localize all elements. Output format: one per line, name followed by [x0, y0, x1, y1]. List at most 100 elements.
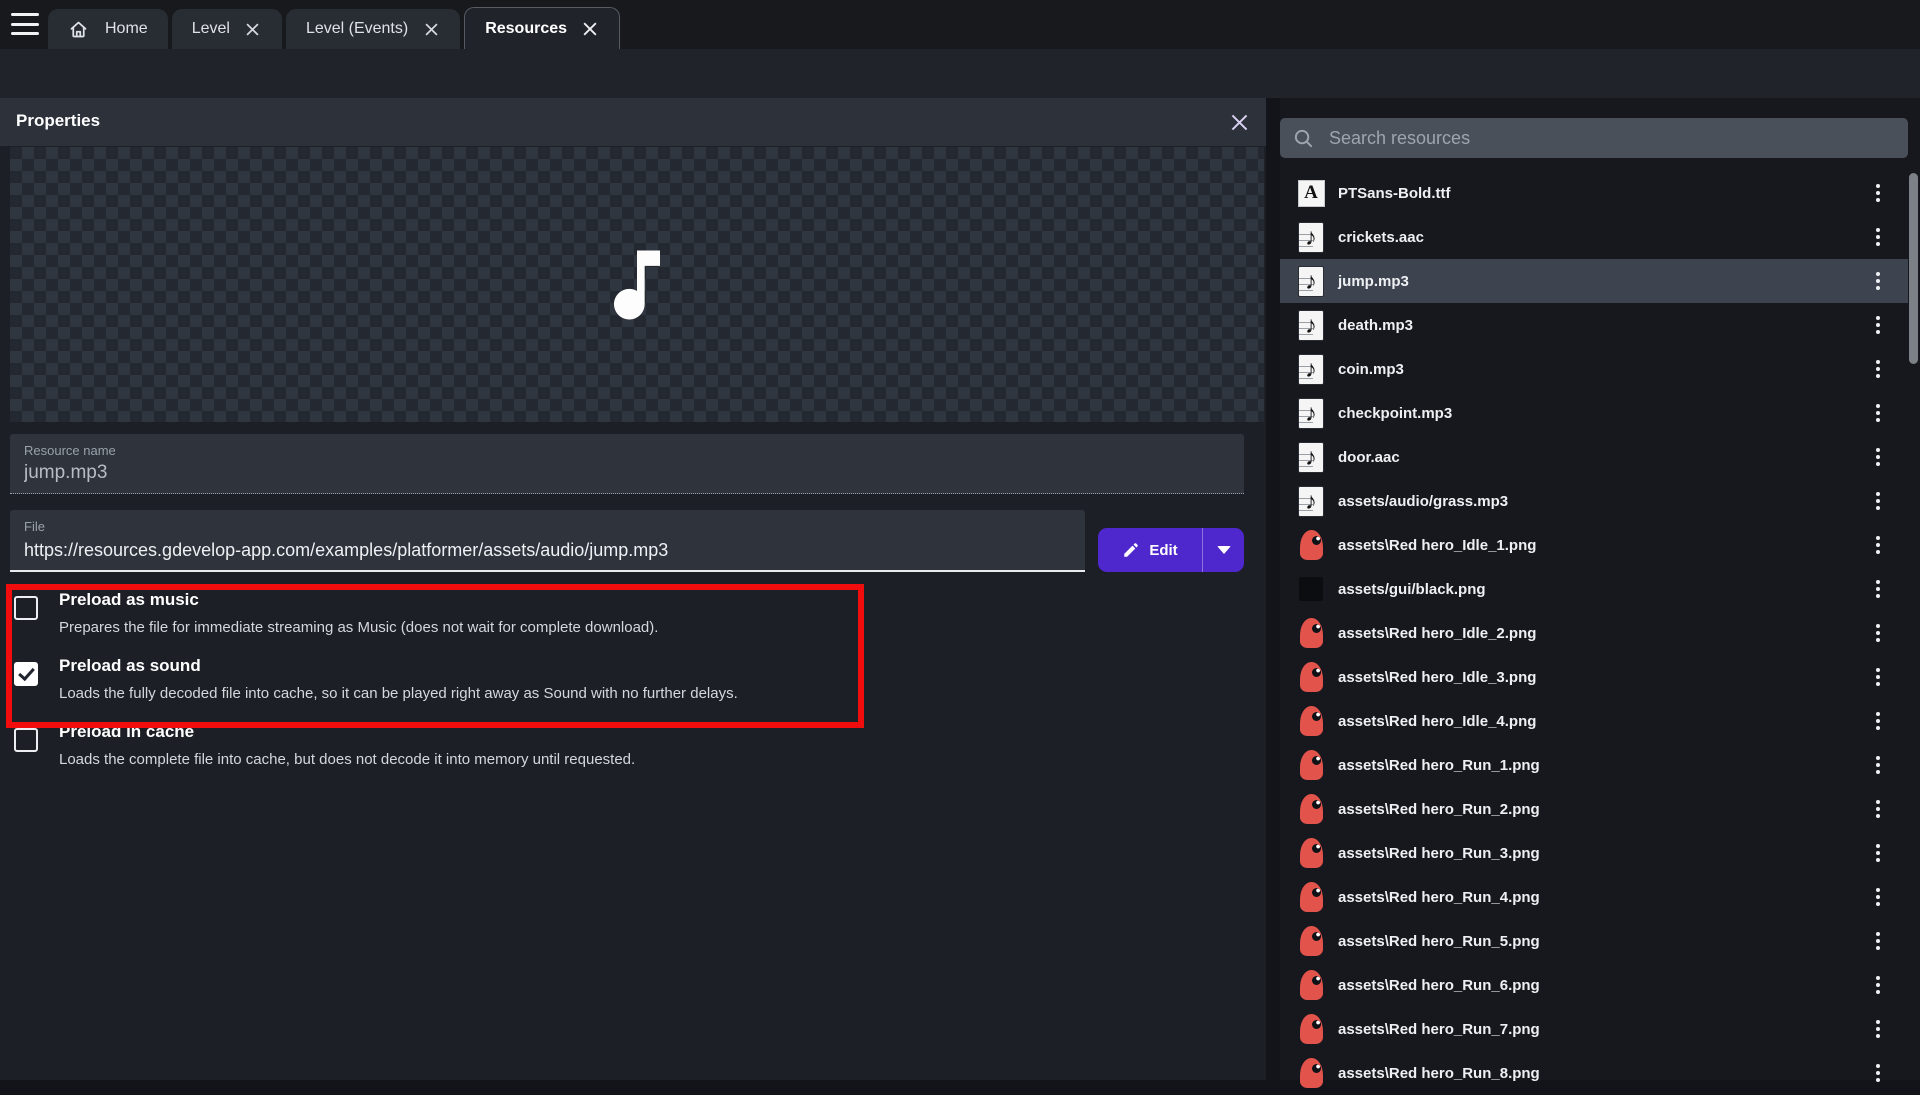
- resource-row[interactable]: assets\Red hero_Idle_3.png: [1280, 655, 1908, 699]
- music-note-icon: [591, 239, 683, 331]
- tab-label: Level (Events): [306, 20, 408, 38]
- resource-menu-button[interactable]: [1866, 259, 1890, 303]
- resource-menu-button[interactable]: [1866, 435, 1890, 479]
- resource-menu-button[interactable]: [1866, 743, 1890, 787]
- close-tab-icon[interactable]: [244, 20, 262, 38]
- resource-menu-button[interactable]: [1866, 655, 1890, 699]
- resource-menu-button[interactable]: [1866, 875, 1890, 919]
- resource-menu-button[interactable]: [1866, 303, 1890, 347]
- resource-row[interactable]: jump.mp3: [1280, 259, 1908, 303]
- field-label: Resource name: [24, 443, 116, 458]
- resources-panel: A PTSans-Bold.ttf crickets.aac jump.mp3 …: [1280, 98, 1920, 1080]
- tab-resources[interactable]: Resources: [464, 7, 620, 49]
- image-file-icon: [1300, 750, 1323, 780]
- tab-level[interactable]: Level: [172, 9, 282, 49]
- resource-menu-button[interactable]: [1866, 567, 1890, 611]
- audio-file-icon: [1298, 222, 1324, 253]
- resource-menu-button[interactable]: [1866, 215, 1890, 259]
- resource-row[interactable]: checkpoint.mp3: [1280, 391, 1908, 435]
- edit-options-button[interactable]: [1203, 528, 1244, 572]
- checkbox-label: Preload in cache: [59, 720, 635, 744]
- resource-row[interactable]: coin.mp3: [1280, 347, 1908, 391]
- checkbox-description: Loads the complete file into cache, but …: [59, 749, 635, 770]
- resource-menu-button[interactable]: [1866, 699, 1890, 743]
- resource-row[interactable]: assets\Red hero_Run_7.png: [1280, 1007, 1908, 1051]
- preload-as-music-checkbox[interactable]: [14, 596, 38, 620]
- image-file-icon: [1300, 970, 1323, 1000]
- resource-row[interactable]: assets\Red hero_Run_4.png: [1280, 875, 1908, 919]
- pencil-icon: [1122, 541, 1140, 559]
- resource-menu-button[interactable]: [1866, 347, 1890, 391]
- resource-name: assets\Red hero_Run_4.png: [1338, 889, 1540, 906]
- resource-menu-button[interactable]: [1866, 1051, 1890, 1095]
- resource-row[interactable]: assets/audio/grass.mp3: [1280, 479, 1908, 523]
- preload-as-music-row: Preload as music Prepares the file for i…: [14, 588, 1244, 638]
- search-bar[interactable]: [1280, 118, 1908, 158]
- main-menu-button[interactable]: [11, 13, 39, 35]
- resource-menu-button[interactable]: [1866, 611, 1890, 655]
- properties-header: Properties: [0, 98, 1266, 146]
- home-icon: [68, 19, 89, 40]
- edit-button[interactable]: Edit: [1098, 528, 1244, 572]
- resource-menu-button[interactable]: [1866, 479, 1890, 523]
- resource-menu-button[interactable]: [1866, 171, 1890, 215]
- audio-file-icon: [1298, 310, 1324, 341]
- resource-name: assets\Red hero_Run_6.png: [1338, 977, 1540, 994]
- resource-row[interactable]: death.mp3: [1280, 303, 1908, 347]
- resource-menu-button[interactable]: [1866, 391, 1890, 435]
- resource-name-field[interactable]: Resource name jump.mp3: [10, 434, 1244, 494]
- image-file-icon: [1300, 618, 1323, 648]
- resource-menu-button[interactable]: [1866, 523, 1890, 567]
- checkbox-description: Loads the fully decoded file into cache,…: [59, 683, 738, 704]
- resource-name: checkpoint.mp3: [1338, 405, 1452, 422]
- checkbox-description: Prepares the file for immediate streamin…: [59, 617, 658, 638]
- resource-name: assets/gui/black.png: [1338, 581, 1486, 598]
- preload-as-sound-checkbox[interactable]: [14, 662, 38, 686]
- tab-label: Home: [105, 20, 148, 38]
- resource-name: death.mp3: [1338, 317, 1413, 334]
- resource-row[interactable]: door.aac: [1280, 435, 1908, 479]
- resource-menu-button[interactable]: [1866, 919, 1890, 963]
- resource-row[interactable]: assets\Red hero_Idle_1.png: [1280, 523, 1908, 567]
- resource-row[interactable]: assets\Red hero_Idle_2.png: [1280, 611, 1908, 655]
- resource-list: A PTSans-Bold.ttf crickets.aac jump.mp3 …: [1280, 171, 1908, 1095]
- search-input[interactable]: [1327, 127, 1896, 150]
- close-tab-icon[interactable]: [422, 20, 440, 38]
- resource-row[interactable]: assets\Red hero_Idle_4.png: [1280, 699, 1908, 743]
- search-icon: [1292, 127, 1315, 150]
- resource-name: assets\Red hero_Run_1.png: [1338, 757, 1540, 774]
- resource-row[interactable]: A PTSans-Bold.ttf: [1280, 171, 1908, 215]
- close-panel-icon[interactable]: [1226, 109, 1252, 135]
- resource-name: assets\Red hero_Run_3.png: [1338, 845, 1540, 862]
- resource-row[interactable]: assets\Red hero_Run_2.png: [1280, 787, 1908, 831]
- field-value: jump.mp3: [24, 462, 107, 484]
- resource-row[interactable]: assets\Red hero_Run_5.png: [1280, 919, 1908, 963]
- image-file-icon: [1300, 926, 1323, 956]
- preload-as-sound-row: Preload as sound Loads the fully decoded…: [14, 654, 1244, 704]
- tab-home[interactable]: Home: [48, 9, 168, 49]
- resource-row[interactable]: assets\Red hero_Run_1.png: [1280, 743, 1908, 787]
- field-label: File: [24, 519, 45, 534]
- close-tab-icon[interactable]: [581, 20, 599, 38]
- resource-row[interactable]: assets\Red hero_Run_6.png: [1280, 963, 1908, 1007]
- resource-name: assets\Red hero_Idle_1.png: [1338, 537, 1536, 554]
- audio-file-icon: [1298, 442, 1324, 473]
- resource-menu-button[interactable]: [1866, 1007, 1890, 1051]
- preload-in-cache-checkbox[interactable]: [14, 728, 38, 752]
- resource-menu-button[interactable]: [1866, 787, 1890, 831]
- file-field[interactable]: File https://resources.gdevelop-app.com/…: [10, 510, 1085, 572]
- resource-row[interactable]: assets/gui/black.png: [1280, 567, 1908, 611]
- black-image-icon: [1299, 577, 1323, 601]
- resource-row[interactable]: assets\Red hero_Run_3.png: [1280, 831, 1908, 875]
- resource-name: assets\Red hero_Run_7.png: [1338, 1021, 1540, 1038]
- resource-menu-button[interactable]: [1866, 963, 1890, 1007]
- chevron-down-icon: [1217, 546, 1231, 554]
- resource-row[interactable]: assets\Red hero_Run_8.png: [1280, 1051, 1908, 1095]
- resource-preview: [10, 147, 1264, 422]
- tab-level-events[interactable]: Level (Events): [286, 9, 460, 49]
- resource-row[interactable]: crickets.aac: [1280, 215, 1908, 259]
- scrollbar-thumb[interactable]: [1909, 173, 1918, 364]
- resource-menu-button[interactable]: [1866, 831, 1890, 875]
- checkbox-label: Preload as sound: [59, 654, 738, 678]
- resource-name: assets\Red hero_Run_2.png: [1338, 801, 1540, 818]
